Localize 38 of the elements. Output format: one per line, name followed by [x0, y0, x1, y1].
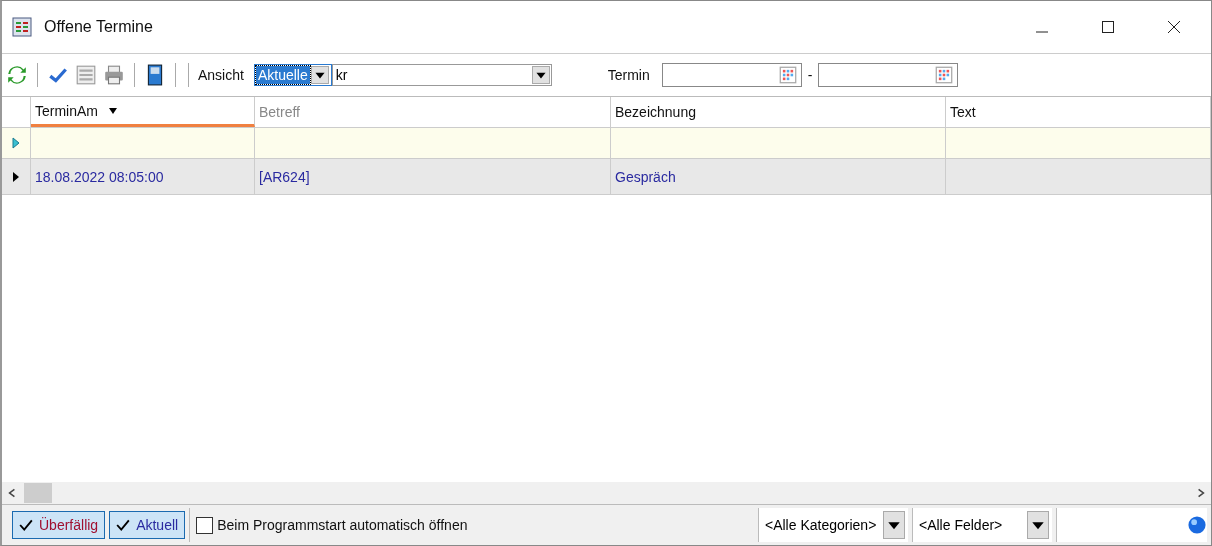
- column-header[interactable]: Betreff: [255, 97, 611, 127]
- calendar-icon[interactable]: [778, 66, 797, 84]
- scrollbar-thumb[interactable]: [24, 483, 52, 503]
- date-field[interactable]: [818, 63, 959, 87]
- caret-icon: [1027, 511, 1049, 539]
- globe-icon[interactable]: [1187, 515, 1207, 535]
- filter-dropdown[interactable]: kr: [331, 64, 552, 86]
- table-cell: [AR624]: [259, 168, 310, 185]
- view-dropdown[interactable]: Aktuelle: [253, 64, 332, 86]
- date-separator: -: [807, 67, 813, 83]
- view-label: Ansicht: [198, 67, 244, 83]
- maximize-icon[interactable]: [1100, 19, 1116, 35]
- refresh-icon[interactable]: [6, 64, 28, 86]
- fields-dropdown[interactable]: <Alle Felder>: [912, 508, 1052, 542]
- calendar-icon[interactable]: [935, 66, 954, 84]
- app-icon: [12, 17, 32, 37]
- printer-icon[interactable]: [103, 64, 125, 86]
- caret-icon: [883, 511, 905, 539]
- filter-toggle[interactable]: Aktuell: [109, 511, 186, 539]
- checkmark-icon: [19, 518, 33, 532]
- date-label: Termin: [607, 67, 650, 83]
- category-dropdown[interactable]: <Alle Kategorien>: [758, 508, 908, 542]
- column-header[interactable]: Bezeichnung: [611, 97, 946, 127]
- date-field[interactable]: [661, 63, 802, 87]
- checkmark-icon: [116, 518, 131, 532]
- table-row[interactable]: 18.08.2022 08:05:00 [AR624] Gespräch: [2, 159, 1211, 195]
- close-icon[interactable]: [1166, 19, 1182, 35]
- table-cell: 18.08.2022 08:05:00: [35, 168, 164, 185]
- checkbox-label[interactable]: Beim Programmstart automatisch öffnen: [217, 517, 468, 533]
- window-title: Offene Termine: [44, 18, 153, 36]
- filter-toggle[interactable]: Überfällig: [12, 511, 106, 539]
- column-header[interactable]: Text: [946, 97, 1211, 127]
- table-cell: Gespräch: [615, 168, 676, 185]
- sort-icon: [108, 106, 118, 115]
- list-icon[interactable]: [75, 64, 97, 86]
- checkbox[interactable]: [196, 516, 214, 534]
- caret-icon: [531, 66, 550, 84]
- search-field[interactable]: [1056, 508, 1207, 542]
